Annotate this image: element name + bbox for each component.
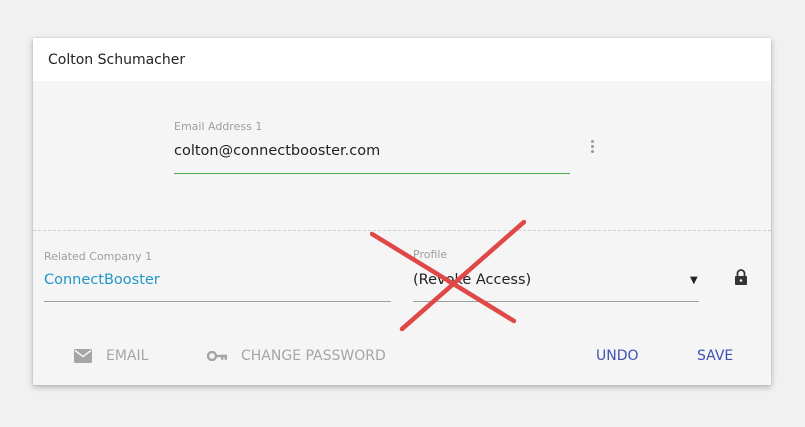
email-icon	[74, 349, 92, 363]
profile-select[interactable]: (Revoke Access)	[413, 272, 531, 288]
profile-field-label: Profile	[413, 248, 448, 261]
card-header: Colton Schumacher	[33, 38, 771, 81]
change-password-button[interactable]: CHANGE PASSWORD	[207, 348, 386, 364]
change-password-label: CHANGE PASSWORD	[241, 348, 386, 364]
save-button[interactable]: SAVE	[697, 348, 733, 364]
key-icon	[207, 351, 227, 361]
email-field[interactable]: colton@connectbooster.com	[174, 143, 380, 159]
save-button-label: SAVE	[697, 348, 734, 364]
contact-card: Colton Schumacher Email Address 1 colton…	[33, 38, 771, 385]
email-field-label: Email Address 1	[174, 120, 263, 133]
email-button-label: EMAIL	[106, 348, 149, 364]
card-title: Colton Schumacher	[48, 51, 186, 68]
dropdown-arrow-icon[interactable]: ▼	[690, 275, 698, 286]
undo-button[interactable]: UNDO	[596, 348, 639, 364]
company-field-label: Related Company 1	[44, 250, 153, 263]
company-field-underline	[44, 301, 391, 302]
profile-field-underline	[413, 301, 699, 302]
section-divider	[33, 230, 771, 231]
kebab-menu-icon[interactable]	[589, 140, 595, 156]
lock-icon	[735, 269, 747, 285]
company-link[interactable]: ConnectBooster	[44, 272, 160, 288]
email-field-underline	[174, 173, 570, 174]
email-button[interactable]: EMAIL	[74, 348, 148, 364]
undo-button-label: UNDO	[596, 348, 639, 364]
